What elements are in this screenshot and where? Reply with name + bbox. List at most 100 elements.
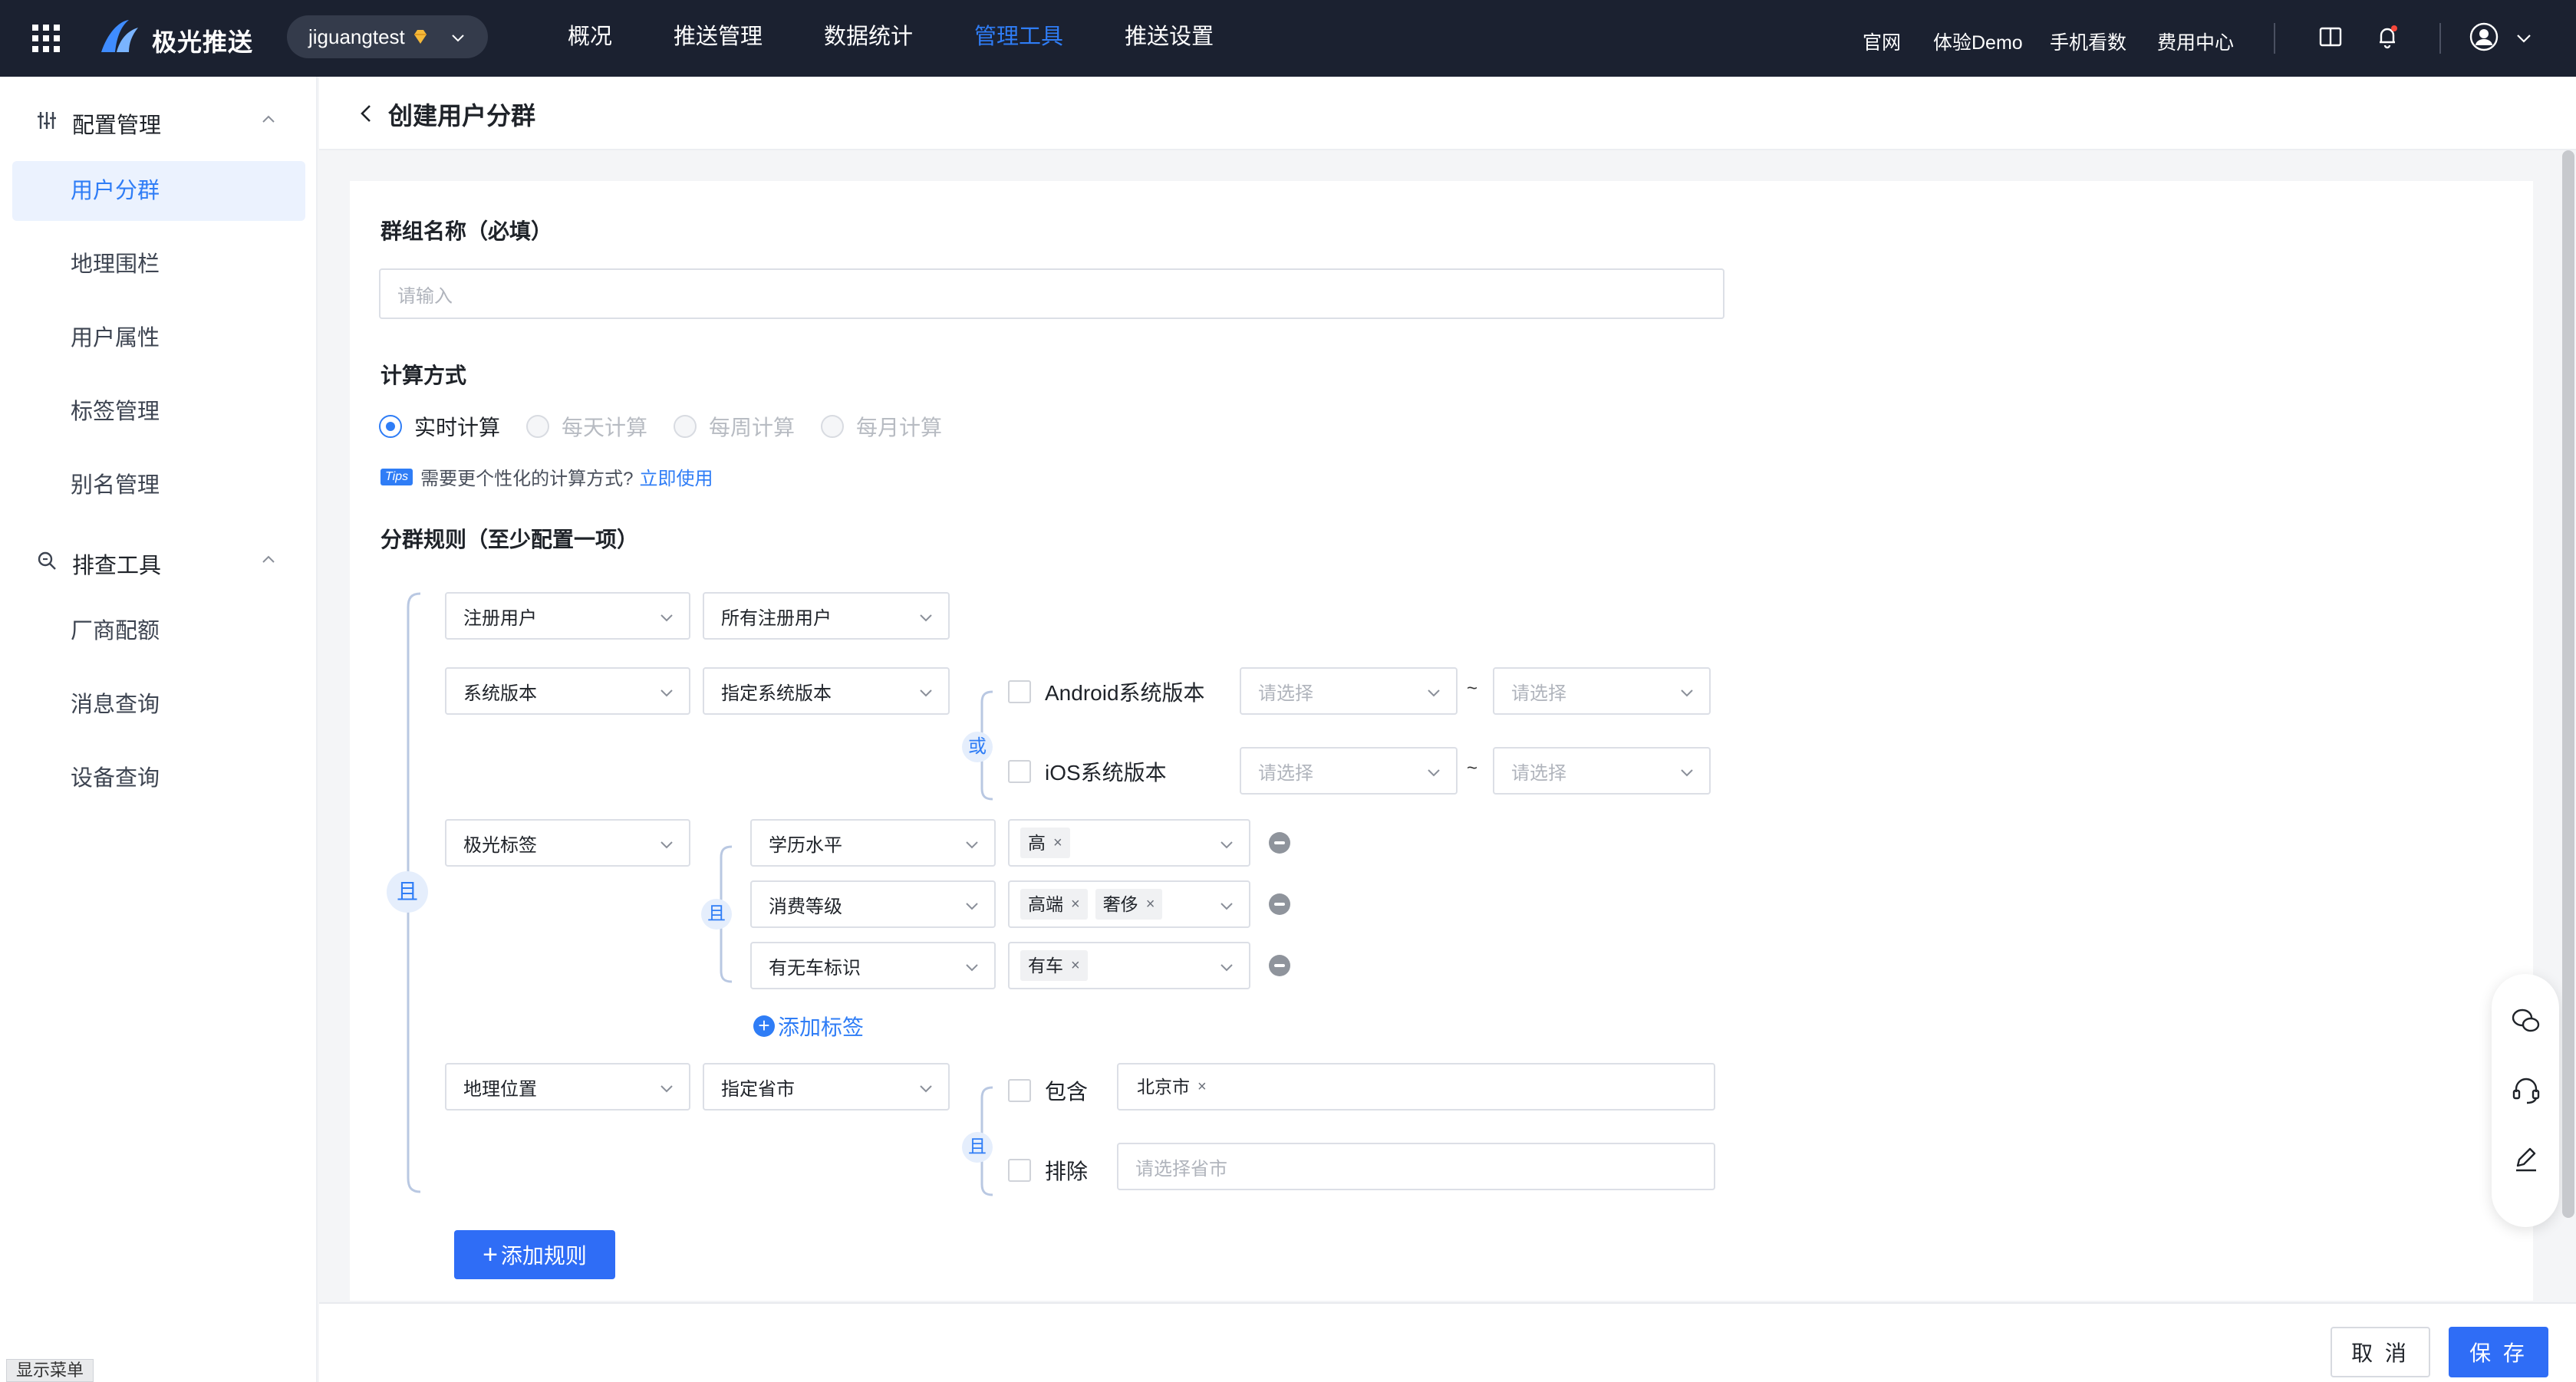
official-site-link[interactable]: 官网 bbox=[1863, 28, 1901, 55]
mobile-stats-link[interactable]: 手机看数 bbox=[2050, 28, 2126, 55]
sidebar-item-tag-management[interactable]: 标签管理 bbox=[12, 382, 305, 442]
app-switcher[interactable]: jiguangtest bbox=[287, 15, 488, 58]
tag-chip[interactable]: 北京市 × bbox=[1129, 1071, 1214, 1102]
back-arrow-icon[interactable] bbox=[357, 103, 376, 124]
radio-monthly[interactable]: 每月计算 bbox=[821, 411, 942, 442]
rule2-field-select[interactable]: 系统版本 bbox=[445, 667, 690, 715]
chevron-down-icon bbox=[920, 614, 932, 622]
checkbox-box bbox=[1008, 760, 1031, 783]
select-placeholder: 请选择 bbox=[1258, 683, 1313, 704]
sidebar-group-config[interactable]: 配置管理 bbox=[0, 98, 318, 141]
nav-statistics[interactable]: 数据统计 bbox=[793, 0, 944, 77]
sidebar-item-geofence[interactable]: 地理围栏 bbox=[12, 235, 305, 294]
range-separator: ~ bbox=[1467, 758, 1478, 778]
nav-push-settings[interactable]: 推送设置 bbox=[1094, 0, 1244, 77]
radio-weekly[interactable]: 每周计算 bbox=[674, 411, 795, 442]
tag-chip[interactable]: 高端 × bbox=[1020, 889, 1088, 920]
close-icon[interactable]: × bbox=[1197, 1071, 1207, 1102]
show-menu-button[interactable]: 显示菜单 bbox=[6, 1359, 94, 1382]
add-tag-button[interactable]: + 添加标签 bbox=[753, 1011, 864, 1041]
android-min-version-select[interactable]: 请选择 bbox=[1240, 667, 1458, 715]
remove-tag-icon[interactable] bbox=[1269, 893, 1290, 915]
headset-icon[interactable] bbox=[2510, 1074, 2542, 1106]
search-icon bbox=[38, 551, 56, 570]
sidebar-item-vendor-quota[interactable]: 厂商配额 bbox=[12, 601, 305, 661]
tag-value-select-1[interactable]: 高 × bbox=[1008, 819, 1250, 867]
remove-tag-icon[interactable] bbox=[1269, 955, 1290, 976]
book-icon[interactable] bbox=[2317, 23, 2344, 51]
sidebar-item-user-attributes[interactable]: 用户属性 bbox=[12, 308, 305, 368]
include-region-select[interactable]: 北京市 × bbox=[1117, 1063, 1715, 1111]
tag-chip[interactable]: 高 × bbox=[1020, 828, 1070, 858]
radio-realtime[interactable]: 实时计算 bbox=[379, 411, 500, 442]
tag-value-select-2[interactable]: 高端 × 奢侈 × bbox=[1008, 880, 1250, 928]
diamond-icon bbox=[413, 30, 427, 44]
select-value: 消费等级 bbox=[769, 896, 842, 917]
android-version-checkbox[interactable]: Android系统版本 bbox=[1008, 676, 1205, 707]
select-value: 指定系统版本 bbox=[721, 683, 832, 704]
save-button[interactable]: 保 存 bbox=[2449, 1327, 2548, 1377]
close-icon[interactable]: × bbox=[1071, 889, 1080, 920]
rule4-op-select[interactable]: 指定省市 bbox=[703, 1063, 950, 1111]
nav-overview[interactable]: 概况 bbox=[537, 0, 643, 77]
tag-chip[interactable]: 奢侈 × bbox=[1095, 889, 1163, 920]
chevron-down-icon[interactable] bbox=[2515, 29, 2533, 48]
select-value: 极光标签 bbox=[463, 834, 537, 856]
select-value: 注册用户 bbox=[463, 607, 537, 629]
exclude-region-input[interactable]: 请选择省市 bbox=[1117, 1143, 1715, 1190]
chevron-down-icon bbox=[660, 841, 673, 849]
ios-version-checkbox[interactable]: iOS系统版本 bbox=[1008, 756, 1167, 787]
android-max-version-select[interactable]: 请选择 bbox=[1493, 667, 1711, 715]
rule1-field-select[interactable]: 注册用户 bbox=[445, 592, 690, 640]
radio-daily[interactable]: 每天计算 bbox=[526, 411, 647, 442]
radio-label: 每周计算 bbox=[709, 416, 796, 439]
sidebar-item-message-query[interactable]: 消息查询 bbox=[12, 675, 305, 735]
select-value: 有无车标识 bbox=[769, 957, 861, 979]
ios-max-version-select[interactable]: 请选择 bbox=[1493, 747, 1711, 795]
close-icon[interactable]: × bbox=[1053, 828, 1062, 858]
nav-push-management[interactable]: 推送管理 bbox=[643, 0, 793, 77]
rule1-op-select[interactable]: 所有注册用户 bbox=[703, 592, 950, 640]
floating-help-panel bbox=[2492, 974, 2559, 1227]
sidebar-item-user-segments[interactable]: 用户分群 bbox=[12, 161, 305, 221]
checkbox-label: iOS系统版本 bbox=[1045, 761, 1167, 785]
brand-name[interactable]: 极光推送 bbox=[152, 23, 253, 58]
nav-management-tools[interactable]: 管理工具 bbox=[944, 0, 1094, 77]
tips-link[interactable]: 立即使用 bbox=[639, 463, 713, 490]
edit-icon[interactable] bbox=[2510, 1143, 2542, 1175]
radio-dot bbox=[821, 415, 844, 438]
demo-link[interactable]: 体验Demo bbox=[1933, 28, 2023, 55]
tag-value-select-3[interactable]: 有车 × bbox=[1008, 942, 1250, 989]
sidebar-item-alias-management[interactable]: 别名管理 bbox=[12, 456, 305, 515]
ios-min-version-select[interactable]: 请选择 bbox=[1240, 747, 1458, 795]
tag-chip[interactable]: 有车 × bbox=[1020, 950, 1088, 981]
add-rule-button[interactable]: + 添加规则 bbox=[454, 1230, 615, 1279]
sidebar-group-debug-tools[interactable]: 排查工具 bbox=[0, 538, 318, 581]
rule2-op-select[interactable]: 指定系统版本 bbox=[703, 667, 950, 715]
vertical-scrollbar[interactable] bbox=[2562, 150, 2574, 1218]
bell-icon[interactable] bbox=[2373, 23, 2401, 51]
tag-name-select-2[interactable]: 消费等级 bbox=[750, 880, 996, 928]
user-avatar-icon[interactable] bbox=[2469, 21, 2499, 52]
sidebar-item-device-query[interactable]: 设备查询 bbox=[12, 749, 305, 808]
exclude-checkbox[interactable]: 排除 bbox=[1008, 1155, 1088, 1186]
plus-icon: + bbox=[483, 1240, 498, 1269]
tag-name-select-3[interactable]: 有无车标识 bbox=[750, 942, 996, 989]
chevron-down-icon bbox=[1220, 841, 1233, 849]
jiguang-logo-icon[interactable] bbox=[98, 18, 141, 54]
tag-name-select-1[interactable]: 学历水平 bbox=[750, 819, 996, 867]
chevron-down-icon bbox=[920, 689, 932, 697]
include-checkbox[interactable]: 包含 bbox=[1008, 1075, 1088, 1106]
billing-center-link[interactable]: 费用中心 bbox=[2157, 28, 2234, 55]
wechat-icon[interactable] bbox=[2510, 1005, 2542, 1037]
close-icon[interactable]: × bbox=[1146, 889, 1155, 920]
group-name-label: 群组名称（必填） bbox=[380, 219, 553, 243]
chevron-down-icon bbox=[1428, 689, 1440, 697]
app-grid-icon[interactable] bbox=[31, 23, 61, 54]
rule3-field-select[interactable]: 极光标签 bbox=[445, 819, 690, 867]
remove-tag-icon[interactable] bbox=[1269, 832, 1290, 854]
group-name-input[interactable]: 请输入 bbox=[379, 268, 1724, 319]
cancel-button[interactable]: 取 消 bbox=[2331, 1327, 2430, 1377]
close-icon[interactable]: × bbox=[1071, 950, 1080, 981]
rule4-field-select[interactable]: 地理位置 bbox=[445, 1063, 690, 1111]
